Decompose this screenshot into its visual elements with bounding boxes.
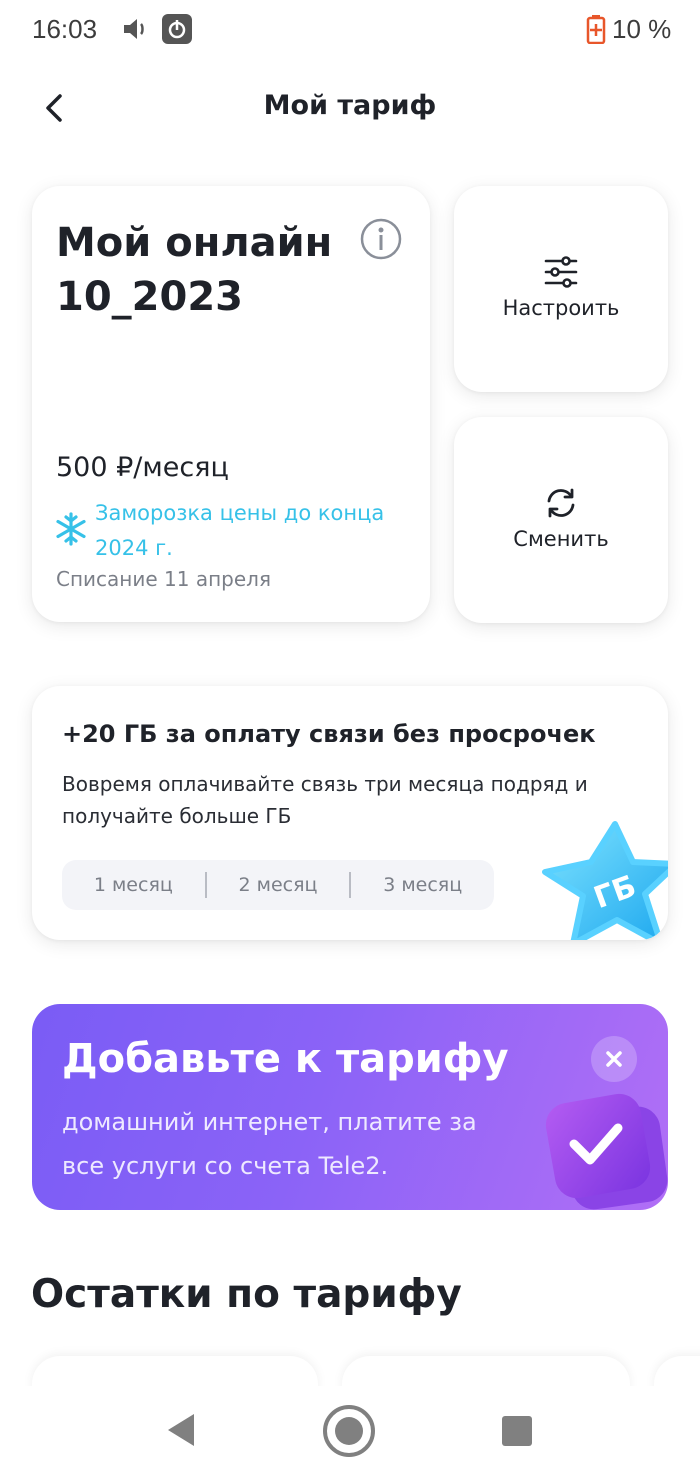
add-home-internet-banner[interactable]: Добавьте к тарифу домашний интернет, пла… [32, 1004, 668, 1210]
tariff-price: 500 ₽/месяц [56, 452, 229, 483]
app-notification-icon [162, 14, 192, 44]
remains-section-title: Остатки по тарифу [31, 1272, 462, 1317]
snowflake-icon [56, 512, 86, 546]
promo-description-line2: получайте больше ГБ [62, 804, 292, 828]
month-progress: 1 месяц 2 месяц 3 месяц [62, 860, 494, 910]
configure-label: Настроить [502, 296, 620, 320]
system-nav-bar [0, 1386, 700, 1478]
info-icon[interactable] [360, 218, 402, 260]
month-step-1: 1 месяц [93, 874, 173, 896]
promo-title: +20 ГБ за оплату связи без просрочек [62, 720, 596, 748]
battery-icon [586, 15, 606, 44]
price-freeze-note: Заморозка цены до конца 2024 г. [95, 496, 395, 566]
gb-star-icon: ГБ [542, 821, 668, 940]
tariff-card[interactable]: Мой онлайн 10_2023 500 ₽/месяц Заморозка… [32, 186, 430, 622]
promo-description: Вовремя оплачивайте связь три месяца под… [62, 768, 602, 832]
charge-date: Списание 11 апреля [56, 567, 271, 591]
tariff-name: Мой онлайн 10_2023 [56, 216, 356, 324]
nav-back-icon[interactable] [164, 1410, 200, 1450]
change-label: Сменить [513, 527, 609, 551]
tariff-name-line1: Мой онлайн [56, 220, 333, 266]
close-icon [606, 1051, 622, 1067]
change-tariff-button[interactable]: Сменить [454, 417, 668, 623]
month-step-3: 3 месяц [383, 874, 463, 896]
configure-button[interactable]: Настроить [454, 186, 668, 392]
price-freeze-line1: Заморозка цены до конца [95, 501, 385, 525]
status-bar: 16:03 10 % [0, 0, 700, 60]
bonus-gb-promo-card[interactable]: +20 ГБ за оплату связи без просрочек Вов… [32, 686, 668, 940]
month-step-2: 2 месяц [238, 874, 318, 896]
refresh-icon [547, 488, 575, 518]
volume-icon [124, 19, 144, 39]
nav-home-icon[interactable] [322, 1404, 376, 1458]
sliders-icon [544, 256, 578, 288]
battery-percent: 10 % [612, 14, 672, 44]
promo-description-line1: Вовремя оплачивайте связь три месяца под… [62, 772, 588, 796]
page-title: Мой тариф [263, 90, 437, 121]
price-freeze-line2: 2024 г. [95, 536, 173, 560]
checkmark-cube-icon [545, 1093, 668, 1210]
addon-title: Добавьте к тарифу [62, 1036, 509, 1082]
nav-recents-icon[interactable] [502, 1416, 532, 1446]
close-banner-button[interactable] [591, 1036, 637, 1082]
addon-description-line1: домашний интернет, платите за [62, 1108, 477, 1136]
status-time: 16:03 [32, 14, 98, 44]
tariff-name-line2: 10_2023 [56, 274, 243, 320]
addon-description: домашний интернет, платите за все услуги… [62, 1100, 502, 1188]
addon-description-line2: все услуги со счета Tele2. [62, 1152, 389, 1180]
